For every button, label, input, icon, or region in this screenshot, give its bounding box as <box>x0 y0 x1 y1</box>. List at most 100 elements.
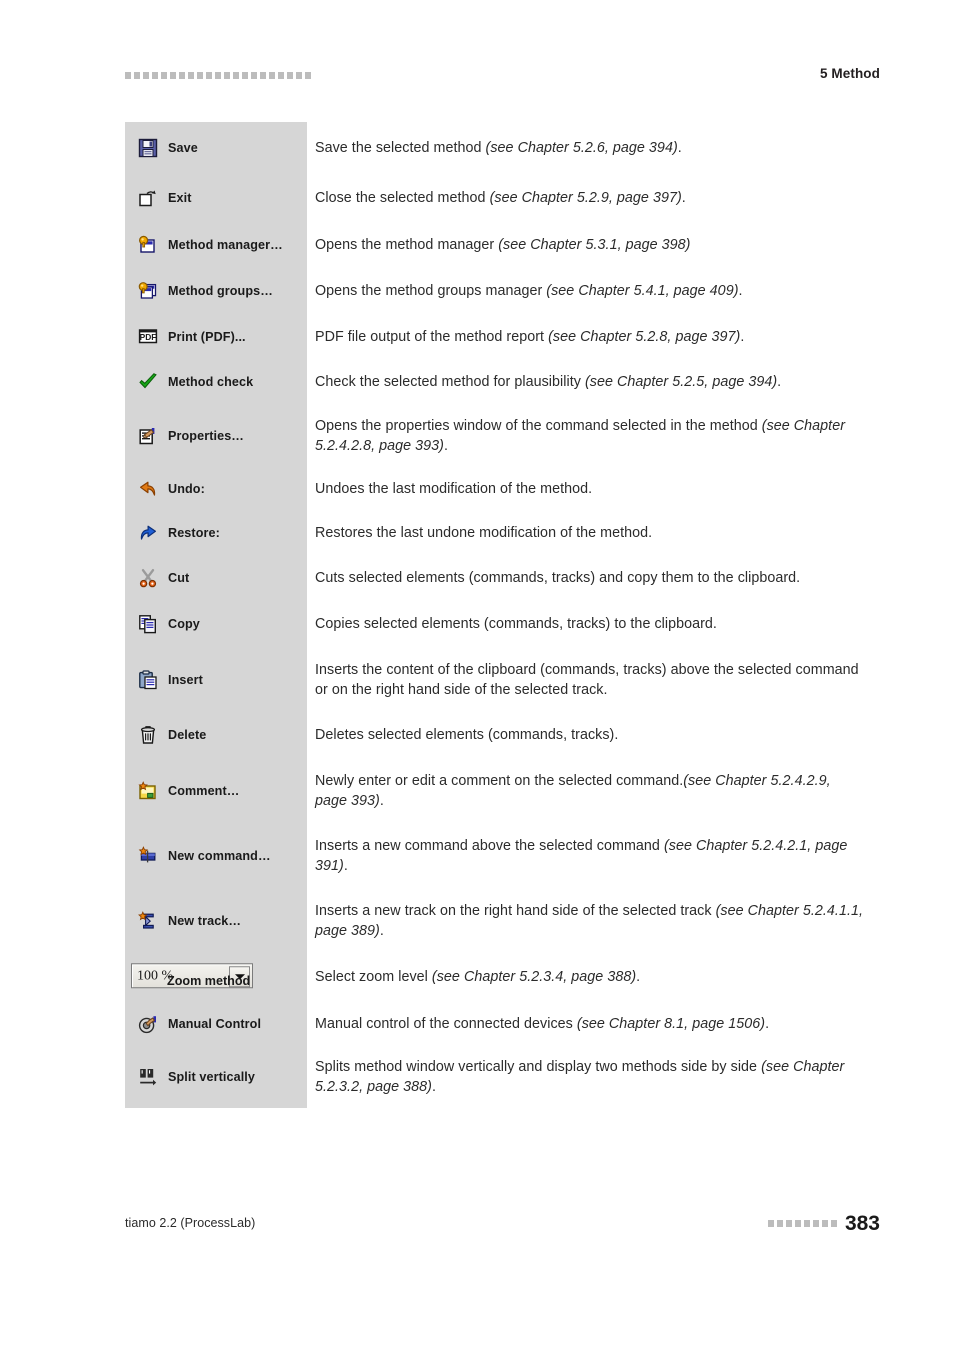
toolbar-item-description: Opens the method groups manager (see Cha… <box>307 268 880 314</box>
table-row: PDF Print (PDF)... PDF file output of the… <box>125 314 880 359</box>
description-text: Opens the method groups manager (see Cha… <box>315 281 743 301</box>
description-tail: . <box>636 969 641 985</box>
toolbar-item-label: Split vertically <box>168 1070 255 1084</box>
description-reference: (see Chapter 5.4.1, page 409) <box>546 283 739 299</box>
table-row: Restore: Restores the last undone modific… <box>125 511 880 555</box>
toolbar-item-print-pdf[interactable]: PDF Print (PDF)... <box>125 314 307 359</box>
toolbar-item-properties[interactable]: Properties… <box>125 404 307 467</box>
description-text: Opens the properties window of the comma… <box>315 416 866 456</box>
toolbar-item-copy[interactable]: Copy <box>125 601 307 647</box>
description-reference: (see Chapter 8.1, page 1506) <box>576 1015 766 1032</box>
description-plain: Inserts a new command above the selected… <box>315 837 664 854</box>
cut-scissors-icon <box>137 567 159 589</box>
toolbar-item-restore[interactable]: Restore: <box>125 511 307 555</box>
description-plain: Opens the properties window of the comma… <box>315 417 762 434</box>
table-row: Delete Deletes selected elements (command… <box>125 712 880 758</box>
toolbar-item-undo[interactable]: Undo: <box>125 467 307 511</box>
toolbar-item-description: Deletes selected elements (commands, tra… <box>307 712 880 758</box>
toolbar-item-label: Print (PDF)... <box>168 329 246 344</box>
toolbar-item-new-track[interactable]: New track… <box>125 888 307 953</box>
toolbar-item-description: Inserts a new track on the right hand si… <box>307 888 880 953</box>
table-row: 100 % Zoom method Select zoom level (see C… <box>125 953 880 1001</box>
description-text: Copies selected elements (commands, trac… <box>315 614 717 634</box>
description-text: Select zoom level (see Chapter 5.2.3.4, … <box>315 967 640 987</box>
table-row: Undo: Undoes the last modification of the… <box>125 467 880 511</box>
toolbar-item-description: Inserts the content of the clipboard (co… <box>307 647 880 712</box>
description-tail: . <box>443 437 449 454</box>
description-plain: Undoes the last modification of the meth… <box>315 481 593 497</box>
description-reference: (see Chapter 5.2.5, page 394) <box>584 373 778 390</box>
toolbar-item-comment[interactable]: Comment… <box>125 758 307 823</box>
toolbar-item-label: Copy <box>168 617 200 631</box>
toolbar-item-new-command[interactable]: New command… <box>125 823 307 888</box>
description-text: Newly enter or edit a comment on the sel… <box>315 771 866 811</box>
toolbar-item-description: Newly enter or edit a comment on the sel… <box>307 758 880 823</box>
description-plain: Save the selected method <box>315 140 486 156</box>
toolbar-item-method-check[interactable]: Method check <box>125 359 307 404</box>
toolbar-item-description: PDF file output of the method report (se… <box>307 314 880 359</box>
copy-icon <box>137 613 159 635</box>
description-reference: (see Chapter 5.3.1, page 398) <box>498 236 691 253</box>
description-tail: . <box>379 792 384 809</box>
description-tail: . <box>765 1015 770 1032</box>
comment-note-icon <box>137 780 159 802</box>
description-plain: Cuts selected elements (commands, tracks… <box>315 570 801 586</box>
toolbar-item-method-groups[interactable]: Method groups… <box>125 268 307 314</box>
toolbar-item-delete[interactable]: Delete <box>125 712 307 758</box>
toolbar-item-label: Insert <box>168 672 203 687</box>
description-text: Undoes the last modification of the meth… <box>315 479 592 499</box>
split-vertically-icon <box>137 1066 159 1088</box>
description-tail: . <box>431 1079 436 1095</box>
description-text: Inserts a new track on the right hand si… <box>315 901 866 941</box>
toolbar-item-zoom-method[interactable]: 100 % Zoom method <box>125 953 307 1001</box>
toolbar-item-cut[interactable]: Cut <box>125 555 307 601</box>
toolbar-item-save[interactable]: Save <box>125 122 307 174</box>
toolbar-item-manual-control[interactable]: Manual Control <box>125 1001 307 1046</box>
description-tail: . <box>681 189 686 206</box>
table-row: Insert Inserts the content of the clipboa… <box>125 647 880 712</box>
toolbar-item-description: Save the selected method (see Chapter 5.… <box>307 122 880 174</box>
description-reference: (see Chapter 5.2.6, page 394) <box>485 140 678 156</box>
description-text: Splits method window vertically and disp… <box>315 1057 866 1097</box>
description-tail: . <box>738 283 743 299</box>
page-footer: tiamo 2.2 (ProcessLab) 383 <box>125 1213 880 1237</box>
toolbar-item-insert[interactable]: Insert <box>125 647 307 712</box>
description-tail: . <box>343 857 348 874</box>
table-row: Split vertically Splits method window ver… <box>125 1046 880 1108</box>
description-text: Inserts the content of the clipboard (co… <box>315 660 866 700</box>
description-plain: Splits method window vertically and disp… <box>315 1059 762 1075</box>
description-plain: Inserts a new track on the right hand si… <box>315 902 716 919</box>
description-text: Check the selected method for plausibili… <box>315 372 781 392</box>
page-title: 5 Method <box>819 66 880 81</box>
manual-control-icon <box>137 1013 159 1035</box>
description-reference: (see Chapter 5.2.3.4, page 388) <box>431 969 637 985</box>
description-plain: Copies selected elements (commands, trac… <box>315 616 717 632</box>
toolbar-item-method-manager[interactable]: Method manager… <box>125 221 307 268</box>
method-manager-icon <box>137 234 159 256</box>
toolbar-item-label: Method groups… <box>168 284 273 298</box>
description-plain: Close the selected method <box>315 189 490 206</box>
toolbar-item-description: Inserts a new command above the selected… <box>307 823 880 888</box>
toolbar-item-split-vertically[interactable]: Split vertically <box>125 1046 307 1108</box>
table-row: Exit Close the selected method (see Chapt… <box>125 174 880 221</box>
toolbar-item-description: Cuts selected elements (commands, tracks… <box>307 555 880 601</box>
toolbar-item-label: Properties… <box>168 428 244 443</box>
paste-clipboard-icon <box>137 669 159 691</box>
description-tail: . <box>379 922 384 939</box>
description-tail: . <box>677 140 682 156</box>
toolbar-item-label: Method manager… <box>168 237 283 252</box>
exit-open-folder-icon <box>137 187 159 209</box>
table-row: Method check Check the selected method fo… <box>125 359 880 404</box>
table-row: New track… Inserts a new track on the rig… <box>125 888 880 953</box>
table-row: New command… Inserts a new command above … <box>125 823 880 888</box>
table-row: Comment… Newly enter or edit a comment on… <box>125 758 880 823</box>
toolbar-item-exit[interactable]: Exit <box>125 174 307 221</box>
toolbar-item-label: Comment… <box>168 783 240 798</box>
description-plain: Select zoom level <box>315 969 432 985</box>
toolbar-item-description: Copies selected elements (commands, trac… <box>307 601 880 647</box>
toolbar-item-description: Splits method window vertically and disp… <box>307 1046 880 1108</box>
table-row: Method groups… Opens the method groups ma… <box>125 268 880 314</box>
header-decoration <box>125 72 311 79</box>
description-text: Cuts selected elements (commands, tracks… <box>315 568 800 588</box>
toolbar-item-label: Undo: <box>168 482 205 496</box>
